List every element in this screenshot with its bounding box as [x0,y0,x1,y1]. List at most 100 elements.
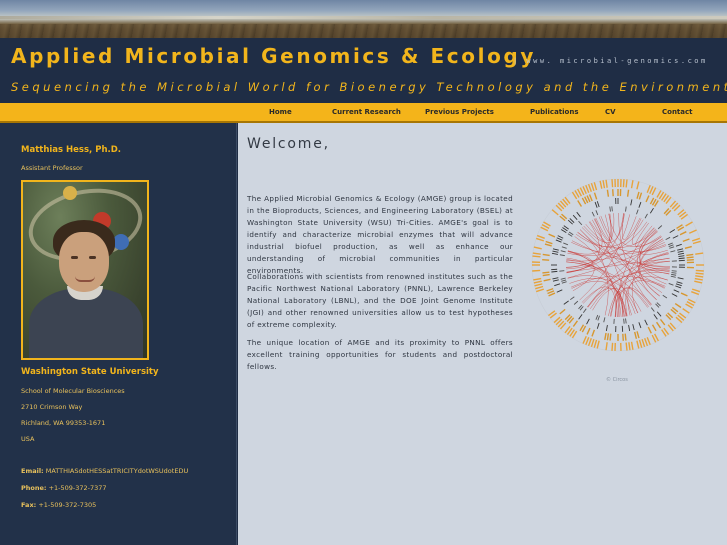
circos-track-mark [623,318,625,324]
circos-track-mark [588,194,593,202]
photo-sculpture-ball-yellow [63,186,77,200]
nav-previous-projects[interactable]: Previous Projects [425,108,494,116]
page-heading: Welcome, [247,136,330,152]
circos-track-mark [662,294,668,299]
circos-track-mark [586,318,590,325]
circos-track-mark [686,256,694,259]
circos-track-mark [636,181,640,190]
circos-track-mark [625,206,627,212]
circos-track-mark [534,283,543,287]
circos-track-mark [677,252,685,255]
circos-track-mark [625,342,628,351]
contact-email[interactable]: Email: MATTHIASdotHESSatTRICITYdotWSUdot… [21,467,188,475]
circos-track-mark [638,339,643,348]
circos-track-mark [572,214,578,220]
circos-track-mark [596,340,600,349]
circos-track-mark [611,206,613,212]
circos-track-mark [546,287,554,292]
email-value[interactable]: MATTHIASdotHESSatTRICITYdotWSUdotEDU [46,467,188,475]
circos-track-mark [547,290,555,295]
email-label: Email: [21,467,44,475]
profile-position: Assistant Professor [21,164,83,172]
circos-track-mark [595,314,599,320]
circos-track-mark [532,269,541,272]
circos-track-mark [542,253,550,257]
circos-track-mark [559,254,565,257]
circos-track-mark [695,275,704,278]
circos-track-mark [638,192,643,200]
circos-track-mark [644,213,648,219]
circos-track-mark [542,271,550,274]
circos-track-mark [632,324,635,331]
profile-name: Matthias Hess, Ph.D. [21,145,122,155]
circos-track-mark [609,333,612,341]
circos-track-mark [671,273,677,276]
circos-track-mark [559,308,566,315]
circos-track-mark [552,250,559,253]
circos-track-mark [555,239,562,243]
circos-track-mark [593,339,598,348]
circos-track-mark [576,211,581,218]
circos-link [595,213,612,241]
banner-horizon [0,16,727,19]
circos-track-mark [591,329,596,337]
circos-track-mark [594,201,598,208]
circos-track-mark [548,233,556,238]
circos-track-mark [590,338,595,348]
photo-eye-right [89,256,96,259]
circos-track-mark [679,231,687,236]
circos-track-mark [670,250,676,253]
circos-track-mark [638,201,642,208]
circos-track-mark [665,236,671,241]
circos-track-mark [671,270,677,272]
circos-track-mark [573,300,579,305]
circos-track-mark [671,293,678,297]
circos-track-mark [651,324,657,332]
circos-track-mark [535,285,544,290]
circos-track-mark [671,272,677,274]
circos-link [625,280,665,317]
circos-track-mark [650,307,655,312]
circos-track-mark [582,186,587,195]
circos-track-mark [593,182,598,191]
circos-track-mark [695,272,704,275]
nav-publications[interactable]: Publications [530,108,579,116]
circos-track-mark [680,292,688,297]
site-title[interactable]: Applied Microbial Genomics & Ecology [11,44,536,68]
nav-current-research[interactable]: Current Research [332,108,401,116]
circos-track-mark [628,342,631,351]
circos-track-mark [686,253,694,257]
circos-track-mark [533,246,542,250]
circos-track-mark [605,179,608,188]
nav-home[interactable]: Home [269,108,292,116]
circos-track-mark [578,314,583,320]
circos-track-mark [585,184,590,193]
circos-track-mark [653,314,658,320]
circos-track-mark [668,283,674,286]
circos-track-mark [551,270,558,273]
circos-track-mark [551,209,559,216]
circos-track-mark [561,246,567,249]
nav-cv[interactable]: CV [605,108,616,116]
circos-track-mark [587,338,592,347]
nav-contact[interactable]: Contact [662,108,693,116]
circos-track-mark [611,342,614,351]
circos-track-mark [582,335,587,344]
circos-track-mark [630,199,633,206]
circos-track-mark [675,285,682,289]
circos-track-mark [597,315,600,321]
circos-track-mark [606,333,610,341]
profile-photo [21,180,149,360]
circos-track-mark [545,240,553,245]
address-city: Richland, WA 99353-1671 [21,419,106,427]
circos-track-mark [676,281,683,284]
circos-track-mark [657,225,663,230]
circos-track-mark [682,238,690,243]
circos-track-mark [694,277,703,281]
photo-smile [75,276,95,282]
circos-track-mark [561,281,567,284]
circos-track-mark [611,179,614,188]
circos-track-mark [577,200,583,207]
circos-track-mark [622,179,625,188]
circos-track-mark [625,318,627,324]
